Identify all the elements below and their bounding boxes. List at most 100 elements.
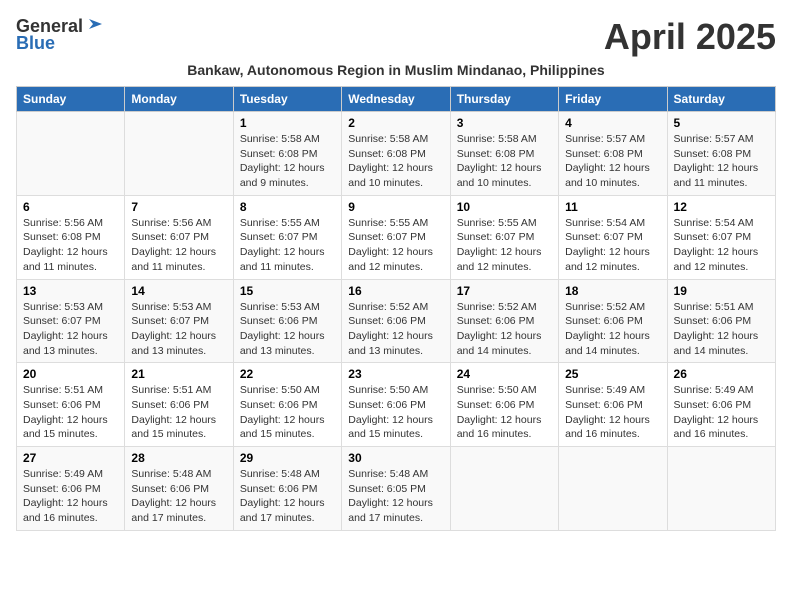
day-number: 22 [240,367,335,381]
day-number: 5 [674,116,769,130]
day-info: Sunrise: 5:51 AMSunset: 6:06 PMDaylight:… [131,383,226,442]
day-cell [17,112,125,196]
day-info: Sunrise: 5:50 AMSunset: 6:06 PMDaylight:… [240,383,335,442]
day-number: 24 [457,367,552,381]
day-number: 2 [348,116,443,130]
day-number: 14 [131,284,226,298]
header-cell-wednesday: Wednesday [342,87,450,112]
day-number: 18 [565,284,660,298]
day-info: Sunrise: 5:55 AMSunset: 6:07 PMDaylight:… [240,216,335,275]
day-info: Sunrise: 5:58 AMSunset: 6:08 PMDaylight:… [348,132,443,191]
day-cell: 5 Sunrise: 5:57 AMSunset: 6:08 PMDaylight… [667,112,775,196]
day-cell: 12Sunrise: 5:54 AMSunset: 6:07 PMDayligh… [667,195,775,279]
day-number: 6 [23,200,118,214]
day-number: 27 [23,451,118,465]
day-number: 1 [240,116,335,130]
week-row-2: 6 Sunrise: 5:56 AMSunset: 6:08 PMDaylight… [17,195,776,279]
day-info: Sunrise: 5:54 AMSunset: 6:07 PMDaylight:… [674,216,769,275]
logo: General Blue [16,16,103,54]
day-info: Sunrise: 5:52 AMSunset: 6:06 PMDaylight:… [457,300,552,359]
day-cell [450,447,558,531]
calendar-header: SundayMondayTuesdayWednesdayThursdayFrid… [17,87,776,112]
day-cell: 23 Sunrise: 5:50 AMSunset: 6:06 PMDayligh… [342,363,450,447]
day-info: Sunrise: 5:49 AMSunset: 6:06 PMDaylight:… [23,467,118,526]
day-info: Sunrise: 5:55 AMSunset: 6:07 PMDaylight:… [348,216,443,275]
day-number: 20 [23,367,118,381]
calendar-subtitle: Bankaw, Autonomous Region in Muslim Mind… [16,62,776,78]
header-cell-sunday: Sunday [17,87,125,112]
day-number: 3 [457,116,552,130]
day-info: Sunrise: 5:50 AMSunset: 6:06 PMDaylight:… [457,383,552,442]
day-cell: 18 Sunrise: 5:52 AMSunset: 6:06 PMDayligh… [559,279,667,363]
day-cell [667,447,775,531]
day-info: Sunrise: 5:57 AMSunset: 6:08 PMDaylight:… [674,132,769,191]
day-cell: 26 Sunrise: 5:49 AMSunset: 6:06 PMDayligh… [667,363,775,447]
day-info: Sunrise: 5:56 AMSunset: 6:08 PMDaylight:… [23,216,118,275]
logo-blue-text: Blue [16,33,55,54]
day-info: Sunrise: 5:50 AMSunset: 6:06 PMDaylight:… [348,383,443,442]
day-info: Sunrise: 5:57 AMSunset: 6:08 PMDaylight:… [565,132,660,191]
day-number: 16 [348,284,443,298]
day-cell: 11Sunrise: 5:54 AMSunset: 6:07 PMDayligh… [559,195,667,279]
day-cell: 14Sunrise: 5:53 AMSunset: 6:07 PMDayligh… [125,279,233,363]
day-info: Sunrise: 5:48 AMSunset: 6:06 PMDaylight:… [240,467,335,526]
day-info: Sunrise: 5:51 AMSunset: 6:06 PMDaylight:… [23,383,118,442]
day-number: 4 [565,116,660,130]
week-row-1: 1 Sunrise: 5:58 AMSunset: 6:08 PMDaylight… [17,112,776,196]
day-info: Sunrise: 5:49 AMSunset: 6:06 PMDaylight:… [674,383,769,442]
day-cell: 28Sunrise: 5:48 AMSunset: 6:06 PMDayligh… [125,447,233,531]
day-cell: 16 Sunrise: 5:52 AMSunset: 6:06 PMDayligh… [342,279,450,363]
day-number: 17 [457,284,552,298]
week-row-4: 20 Sunrise: 5:51 AMSunset: 6:06 PMDayligh… [17,363,776,447]
logo-bird-icon [84,19,102,35]
day-cell [559,447,667,531]
day-info: Sunrise: 5:48 AMSunset: 6:05 PMDaylight:… [348,467,443,526]
day-number: 9 [348,200,443,214]
day-info: Sunrise: 5:52 AMSunset: 6:06 PMDaylight:… [565,300,660,359]
header-cell-thursday: Thursday [450,87,558,112]
day-number: 13 [23,284,118,298]
day-number: 30 [348,451,443,465]
day-number: 23 [348,367,443,381]
day-cell: 21 Sunrise: 5:51 AMSunset: 6:06 PMDayligh… [125,363,233,447]
day-cell: 20 Sunrise: 5:51 AMSunset: 6:06 PMDayligh… [17,363,125,447]
day-cell: 30 Sunrise: 5:48 AMSunset: 6:05 PMDayligh… [342,447,450,531]
day-number: 15 [240,284,335,298]
day-cell: 2 Sunrise: 5:58 AMSunset: 6:08 PMDaylight… [342,112,450,196]
day-info: Sunrise: 5:58 AMSunset: 6:08 PMDaylight:… [457,132,552,191]
header-row: SundayMondayTuesdayWednesdayThursdayFrid… [17,87,776,112]
header-cell-saturday: Saturday [667,87,775,112]
header-cell-tuesday: Tuesday [233,87,341,112]
calendar-body: 1 Sunrise: 5:58 AMSunset: 6:08 PMDaylight… [17,112,776,531]
header-cell-monday: Monday [125,87,233,112]
day-info: Sunrise: 5:53 AMSunset: 6:07 PMDaylight:… [23,300,118,359]
day-cell: 7Sunrise: 5:56 AMSunset: 6:07 PMDaylight… [125,195,233,279]
day-cell: 6 Sunrise: 5:56 AMSunset: 6:08 PMDaylight… [17,195,125,279]
day-cell: 27 Sunrise: 5:49 AMSunset: 6:06 PMDayligh… [17,447,125,531]
day-number: 7 [131,200,226,214]
day-cell: 25 Sunrise: 5:49 AMSunset: 6:06 PMDayligh… [559,363,667,447]
day-cell [125,112,233,196]
day-info: Sunrise: 5:55 AMSunset: 6:07 PMDaylight:… [457,216,552,275]
day-number: 26 [674,367,769,381]
day-cell: 3 Sunrise: 5:58 AMSunset: 6:08 PMDaylight… [450,112,558,196]
day-info: Sunrise: 5:54 AMSunset: 6:07 PMDaylight:… [565,216,660,275]
day-info: Sunrise: 5:53 AMSunset: 6:06 PMDaylight:… [240,300,335,359]
day-cell: 19 Sunrise: 5:51 AMSunset: 6:06 PMDayligh… [667,279,775,363]
day-cell: 4 Sunrise: 5:57 AMSunset: 6:08 PMDaylight… [559,112,667,196]
week-row-3: 13 Sunrise: 5:53 AMSunset: 6:07 PMDayligh… [17,279,776,363]
day-info: Sunrise: 5:48 AMSunset: 6:06 PMDaylight:… [131,467,226,526]
day-info: Sunrise: 5:51 AMSunset: 6:06 PMDaylight:… [674,300,769,359]
week-row-5: 27 Sunrise: 5:49 AMSunset: 6:06 PMDayligh… [17,447,776,531]
day-cell: 15 Sunrise: 5:53 AMSunset: 6:06 PMDayligh… [233,279,341,363]
day-cell: 1Sunrise: 5:58 AMSunset: 6:08 PMDaylight… [233,112,341,196]
day-number: 29 [240,451,335,465]
day-cell: 22 Sunrise: 5:50 AMSunset: 6:06 PMDayligh… [233,363,341,447]
day-number: 8 [240,200,335,214]
day-number: 21 [131,367,226,381]
day-number: 25 [565,367,660,381]
day-number: 19 [674,284,769,298]
day-info: Sunrise: 5:52 AMSunset: 6:06 PMDaylight:… [348,300,443,359]
month-title: April 2025 [604,16,776,58]
day-info: Sunrise: 5:49 AMSunset: 6:06 PMDaylight:… [565,383,660,442]
